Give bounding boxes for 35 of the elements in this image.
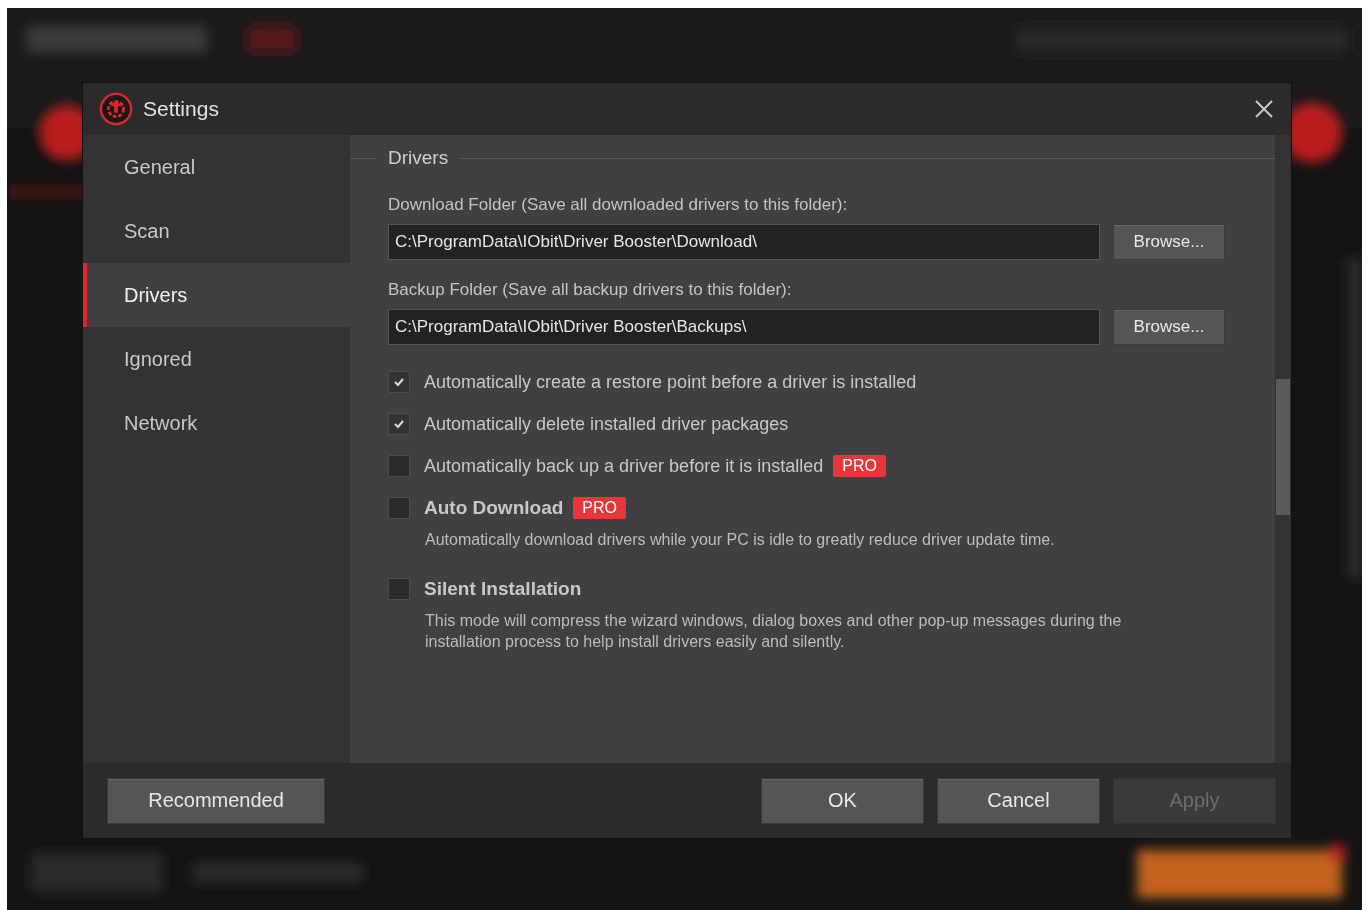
dialog-button[interactable]: Cancel (937, 777, 1100, 824)
option-description: This mode will compress the wizard windows, dialog boxes and other pop-up messages during the installation process to help install drivers easily and silently. (425, 611, 1123, 652)
field-label: Download Folder (Save all downloaded drivers to this folder): (388, 195, 848, 214)
checkbox[interactable] (388, 455, 410, 477)
sidebar-tab[interactable]: Scan (83, 199, 350, 263)
option-label: Auto Download (424, 497, 564, 519)
section-title: Drivers (388, 147, 449, 169)
pro-badge: PRO (573, 497, 626, 519)
close-button[interactable] (1253, 98, 1275, 120)
app-logo-icon (99, 92, 133, 126)
checkbox[interactable] (388, 578, 410, 600)
checkbox[interactable] (388, 413, 410, 435)
option-label: Automatically back up a driver before it is installed (424, 455, 824, 477)
sidebar-tab[interactable]: Drivers (83, 263, 350, 327)
browse-button[interactable]: Browse... (1113, 224, 1225, 260)
option-label: Automatically delete installed driver packages (424, 413, 789, 435)
dialog-title: Settings (143, 97, 219, 121)
option-description: Automatically download drivers while your PC is idle to greatly reduce driver update time. (425, 530, 1056, 550)
check-icon (393, 376, 405, 388)
option-label: Automatically create a restore point before a driver is installed (424, 371, 917, 393)
sidebar-tab[interactable]: Ignored (83, 327, 350, 391)
browse-button[interactable]: Browse... (1113, 309, 1225, 345)
checkbox[interactable] (388, 371, 410, 393)
option-label: Silent Installation (424, 578, 582, 600)
folder-path-field[interactable]: C:\ProgramData\IObit\Driver Booster\Download\ (388, 224, 1100, 260)
field-label: Backup Folder (Save all backup drivers to this folder): (388, 280, 792, 299)
sidebar-tab[interactable]: Network (83, 391, 350, 455)
checkbox[interactable] (388, 497, 410, 519)
sidebar-tab[interactable]: General (83, 135, 350, 199)
dialog-button[interactable]: OK (761, 777, 924, 824)
check-icon (393, 418, 405, 430)
folder-path-field[interactable]: C:\ProgramData\IObit\Driver Booster\Backups\ (388, 309, 1100, 345)
recommended-button[interactable]: Recommended (107, 777, 325, 824)
pro-badge: PRO (833, 455, 886, 477)
scrollbar-thumb[interactable] (1276, 379, 1290, 515)
